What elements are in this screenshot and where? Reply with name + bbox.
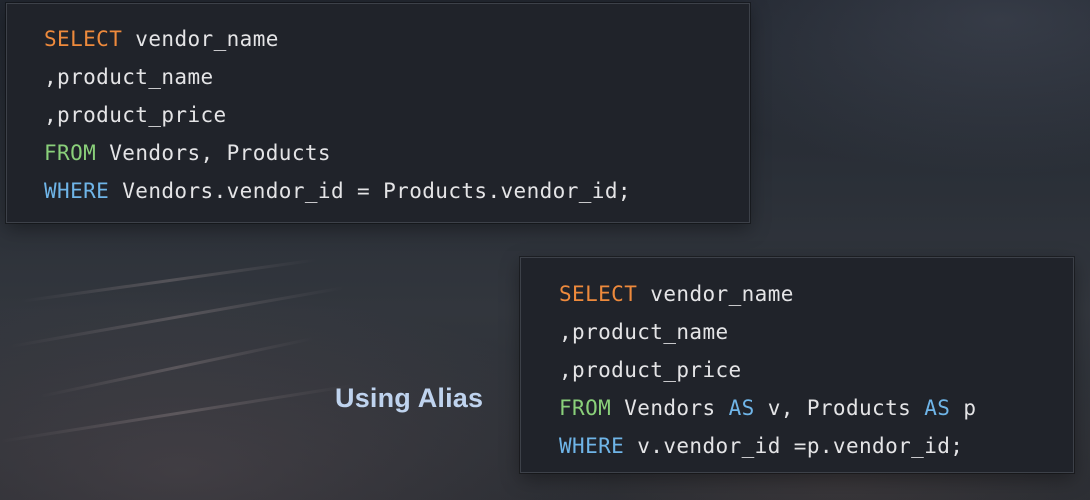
keyword-select: SELECT xyxy=(44,27,123,51)
code-text: vendor_name xyxy=(122,27,279,51)
code-block-alias: SELECT vendor_name ,product_name ,produc… xyxy=(520,257,1074,473)
keyword-where: WHERE xyxy=(44,179,110,203)
code-text: v.vendor_id =p.vendor_id; xyxy=(624,434,964,458)
keyword-where: WHERE xyxy=(559,434,625,458)
code-text: Vendors.vendor_id = Products.vendor_id; xyxy=(109,179,631,203)
code-text: Vendors, Products xyxy=(96,141,331,165)
background-streak xyxy=(39,336,315,398)
code-line: WHERE v.vendor_id =p.vendor_id; xyxy=(559,427,1073,465)
code-text: ,product_price xyxy=(44,103,227,127)
background-streak xyxy=(19,258,318,303)
code-line: ,product_name xyxy=(44,58,749,96)
code-text: ,product_price xyxy=(559,358,742,382)
keyword-from: FROM xyxy=(559,396,612,420)
keyword-as: AS xyxy=(728,396,755,420)
code-block-plain: SELECT vendor_name ,product_name ,produc… xyxy=(6,3,750,223)
code-line: ,product_price xyxy=(44,96,749,134)
code-text: v, Products xyxy=(754,396,925,420)
caption-using-alias: Using Alias xyxy=(335,383,484,413)
code-text: ,product_name xyxy=(559,320,729,344)
code-text: p xyxy=(950,396,977,420)
code-line: FROM Vendors AS v, Products AS p xyxy=(559,389,1073,427)
code-line: SELECT vendor_name xyxy=(559,275,1073,313)
keyword-as: AS xyxy=(924,396,951,420)
keyword-from: FROM xyxy=(44,141,97,165)
code-line: ,product_name xyxy=(559,313,1073,351)
code-line: FROM Vendors, Products xyxy=(44,134,749,172)
keyword-select: SELECT xyxy=(559,282,638,306)
code-line: WHERE Vendors.vendor_id = Products.vendo… xyxy=(44,172,749,210)
code-text: Vendors xyxy=(611,396,729,420)
code-text: vendor_name xyxy=(637,282,794,306)
code-line: SELECT vendor_name xyxy=(44,20,749,58)
code-line: ,product_price xyxy=(559,351,1073,389)
code-text: ,product_name xyxy=(44,65,214,89)
